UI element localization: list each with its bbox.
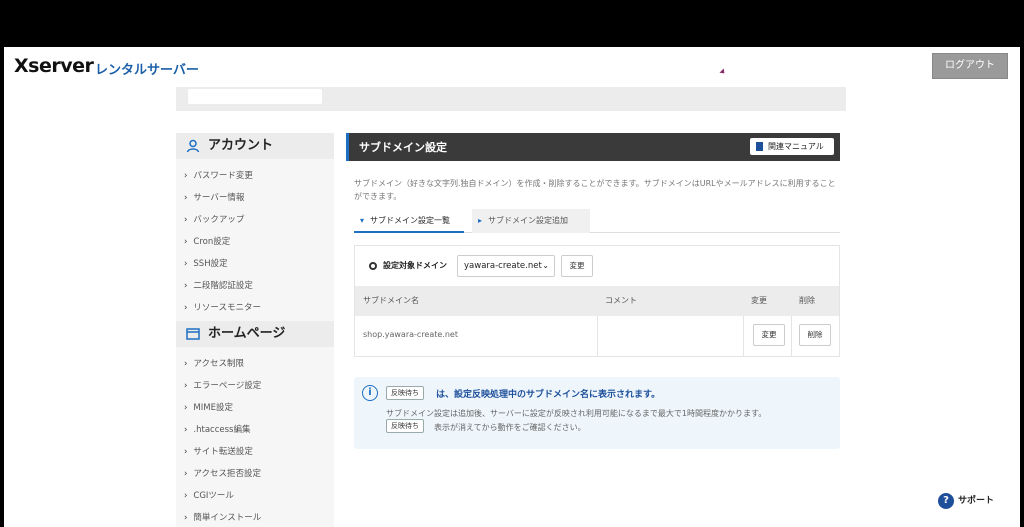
domain-select-value: yawara-create.net [464, 261, 542, 271]
sidebar-item-site-redirect[interactable]: サイト転送設定 [184, 445, 253, 457]
notice-text: 表示が消えてから動作をご確認ください。 [434, 423, 586, 432]
info-icon: i [362, 385, 378, 401]
mouse-cursor-icon [719, 68, 727, 76]
sidebar-item-cgi-tools[interactable]: CGIツール [184, 489, 234, 501]
delete-button[interactable]: 削除 [799, 324, 831, 346]
domain-select[interactable]: yawara-create.net ⌄ [457, 255, 555, 277]
support-label: サポート [958, 496, 995, 506]
table-row: shop.yawara-create.net 変更 削除 [355, 316, 839, 356]
xserver-logo[interactable]: Xserver [14, 55, 94, 77]
browser-window-icon [186, 328, 200, 340]
header: Xserver レンタルサーバー ログアウト [4, 47, 1020, 87]
sidebar-item-htaccess[interactable]: .htaccess編集 [184, 423, 250, 435]
sidebar-heading-label: ホームページ [208, 326, 286, 341]
notice-main-text: は、設定反映処理中のサブドメイン名に表示されます。 [436, 390, 661, 400]
table-header: サブドメイン名 コメント 変更 削除 [355, 286, 839, 316]
change-domain-button[interactable]: 変更 [561, 255, 593, 277]
top-search-box[interactable] [188, 89, 322, 104]
top-strip [176, 87, 846, 111]
tab-label: サブドメイン設定追加 [488, 216, 568, 225]
sidebar-item-backup[interactable]: バックアップ [184, 213, 244, 225]
book-icon [756, 142, 763, 151]
sidebar: アカウント パスワード変更 サーバー情報 バックアップ Cron設定 SSH設定… [176, 133, 334, 527]
video-frame: Xserver レンタルサーバー ログアウト アカウント パスワード変更 サーバ… [0, 0, 1024, 527]
sidebar-item-mime[interactable]: MIME設定 [184, 401, 233, 413]
column-delete: 削除 [799, 296, 815, 305]
tab-label: サブドメイン設定一覧 [370, 216, 450, 225]
sidebar-heading-homepage[interactable]: ホームページ [176, 321, 334, 347]
edit-button[interactable]: 変更 [753, 324, 785, 346]
tab-bar: ▾ サブドメイン設定一覧 ▸ サブドメイン設定追加 [354, 209, 840, 233]
support-button[interactable]: ? サポート [934, 489, 1008, 513]
pending-badge: 反映待ち [386, 386, 424, 400]
sidebar-heading-account[interactable]: アカウント [176, 133, 334, 159]
sidebar-item-resource-monitor[interactable]: リソースモニター [184, 301, 261, 313]
sidebar-item-ssh[interactable]: SSH設定 [184, 257, 227, 269]
info-notice: i 反映待ち は、設定反映処理中のサブドメイン名に表示されます。 サブドメイン設… [354, 377, 840, 449]
chevron-down-icon: ▾ [360, 216, 365, 225]
main-content: サブドメイン設定 関連マニュアル サブドメイン（好きな文字列.独自ドメイン）を作… [346, 133, 840, 527]
user-icon [186, 139, 200, 153]
logo-subtitle: レンタルサーバー [95, 63, 199, 78]
column-comment: コメント [605, 296, 637, 305]
sidebar-item-server-info[interactable]: サーバー情報 [184, 191, 244, 203]
column-divider [791, 316, 792, 356]
manual-button-label: 関連マニュアル [768, 142, 824, 151]
radio-button[interactable] [369, 262, 377, 270]
manual-button[interactable]: 関連マニュアル [750, 138, 834, 155]
sidebar-item-error-page[interactable]: エラーページ設定 [184, 379, 261, 391]
sidebar-item-access-deny[interactable]: アクセス拒否設定 [184, 467, 261, 479]
browser-screen: Xserver レンタルサーバー ログアウト アカウント パスワード変更 サーバ… [4, 47, 1020, 527]
subdomain-cell: shop.yawara-create.net [363, 330, 458, 339]
domain-selector-row: 設定対象ドメイン yawara-create.net ⌄ 変更 [355, 246, 839, 286]
sidebar-item-2fa[interactable]: 二段階認証設定 [184, 279, 253, 291]
tab-subdomain-list[interactable]: ▾ サブドメイン設定一覧 [354, 209, 464, 233]
sidebar-item-access-restriction[interactable]: アクセス制限 [184, 357, 244, 369]
sidebar-item-cron[interactable]: Cron設定 [184, 235, 230, 247]
sidebar-heading-label: アカウント [208, 138, 274, 153]
sidebar-item-easy-install[interactable]: 簡単インストール [184, 511, 261, 523]
page-description: サブドメイン（好きな文字列.独自ドメイン）を作成・削除することができます。サブド… [354, 179, 836, 201]
pending-badge: 反映待ち [386, 419, 424, 433]
column-edit: 変更 [751, 296, 767, 305]
help-icon: ? [938, 493, 954, 509]
column-subdomain: サブドメイン名 [363, 296, 419, 305]
page-title: サブドメイン設定 [359, 141, 447, 154]
chevron-right-icon: ▸ [478, 216, 483, 225]
domain-label: 設定対象ドメイン [383, 261, 447, 270]
column-divider [743, 316, 744, 356]
sidebar-item-password[interactable]: パスワード変更 [184, 169, 253, 181]
page-title-bar: サブドメイン設定 関連マニュアル [346, 133, 840, 161]
column-divider [597, 316, 598, 356]
subdomain-panel: 設定対象ドメイン yawara-create.net ⌄ 変更 サブドメイン名 … [354, 245, 840, 357]
logout-button[interactable]: ログアウト [932, 53, 1008, 79]
chevron-down-icon: ⌄ [542, 261, 549, 270]
tab-subdomain-add[interactable]: ▸ サブドメイン設定追加 [472, 209, 590, 233]
notice-text: サブドメイン設定は追加後、サーバーに設定が反映され利用可能になるまで最大で1時間… [386, 409, 767, 418]
